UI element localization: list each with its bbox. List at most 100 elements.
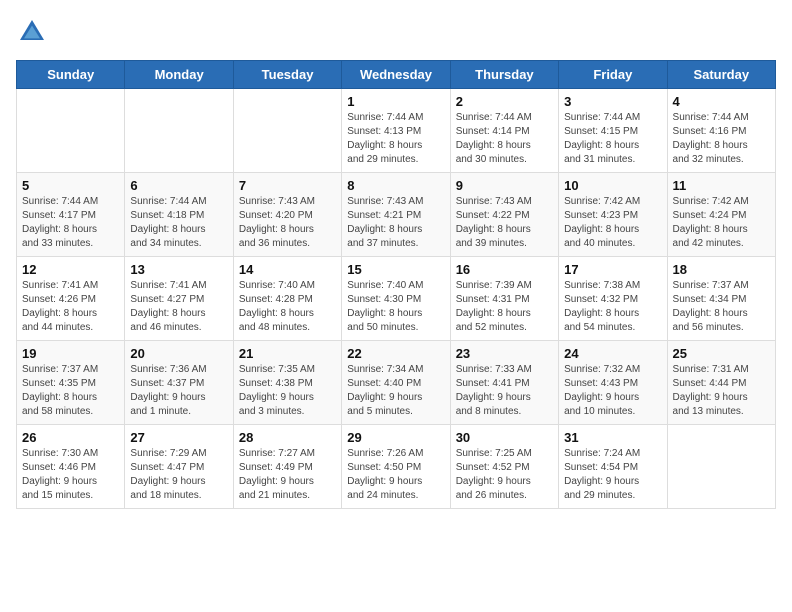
day-info: Sunrise: 7:41 AM Sunset: 4:27 PM Dayligh… bbox=[130, 279, 227, 335]
day-number: 19 bbox=[22, 346, 119, 361]
day-number: 7 bbox=[239, 178, 336, 193]
day-number: 14 bbox=[239, 262, 336, 277]
day-number: 12 bbox=[22, 262, 119, 277]
day-info: Sunrise: 7:29 AM Sunset: 4:47 PM Dayligh… bbox=[130, 447, 227, 503]
day-info: Sunrise: 7:44 AM Sunset: 4:18 PM Dayligh… bbox=[130, 195, 227, 251]
day-info: Sunrise: 7:24 AM Sunset: 4:54 PM Dayligh… bbox=[564, 447, 661, 503]
calendar-cell bbox=[17, 89, 125, 173]
calendar-cell: 23 Sunrise: 7:33 AM Sunset: 4:41 PM Dayli… bbox=[450, 341, 558, 425]
calendar-cell: 6 Sunrise: 7:44 AM Sunset: 4:18 PM Daylig… bbox=[125, 173, 233, 257]
day-number: 30 bbox=[456, 430, 553, 445]
calendar-cell: 14 Sunrise: 7:40 AM Sunset: 4:28 PM Dayli… bbox=[233, 257, 341, 341]
day-info: Sunrise: 7:27 AM Sunset: 4:49 PM Dayligh… bbox=[239, 447, 336, 503]
day-info: Sunrise: 7:34 AM Sunset: 4:40 PM Dayligh… bbox=[347, 363, 444, 419]
day-info: Sunrise: 7:42 AM Sunset: 4:23 PM Dayligh… bbox=[564, 195, 661, 251]
day-info: Sunrise: 7:33 AM Sunset: 4:41 PM Dayligh… bbox=[456, 363, 553, 419]
calendar-week-1: 1 Sunrise: 7:44 AM Sunset: 4:13 PM Daylig… bbox=[17, 89, 776, 173]
day-info: Sunrise: 7:44 AM Sunset: 4:15 PM Dayligh… bbox=[564, 111, 661, 167]
calendar-week-5: 26 Sunrise: 7:30 AM Sunset: 4:46 PM Dayli… bbox=[17, 425, 776, 509]
calendar-cell: 7 Sunrise: 7:43 AM Sunset: 4:20 PM Daylig… bbox=[233, 173, 341, 257]
day-number: 27 bbox=[130, 430, 227, 445]
day-info: Sunrise: 7:44 AM Sunset: 4:17 PM Dayligh… bbox=[22, 195, 119, 251]
logo-icon bbox=[16, 16, 48, 48]
calendar-cell bbox=[667, 425, 775, 509]
day-number: 1 bbox=[347, 94, 444, 109]
calendar-cell: 31Sunrise: 7:24 AM Sunset: 4:54 PM Dayli… bbox=[559, 425, 667, 509]
day-header-sunday: Sunday bbox=[17, 61, 125, 89]
day-info: Sunrise: 7:30 AM Sunset: 4:46 PM Dayligh… bbox=[22, 447, 119, 503]
calendar-cell: 16Sunrise: 7:39 AM Sunset: 4:31 PM Dayli… bbox=[450, 257, 558, 341]
day-number: 24 bbox=[564, 346, 661, 361]
calendar-body: 1 Sunrise: 7:44 AM Sunset: 4:13 PM Daylig… bbox=[17, 89, 776, 509]
day-header-saturday: Saturday bbox=[667, 61, 775, 89]
calendar-cell: 29 Sunrise: 7:26 AM Sunset: 4:50 PM Dayli… bbox=[342, 425, 450, 509]
day-header-tuesday: Tuesday bbox=[233, 61, 341, 89]
day-info: Sunrise: 7:38 AM Sunset: 4:32 PM Dayligh… bbox=[564, 279, 661, 335]
calendar-cell: 28 Sunrise: 7:27 AM Sunset: 4:49 PM Dayli… bbox=[233, 425, 341, 509]
day-header-friday: Friday bbox=[559, 61, 667, 89]
day-info: Sunrise: 7:37 AM Sunset: 4:34 PM Dayligh… bbox=[673, 279, 770, 335]
day-info: Sunrise: 7:44 AM Sunset: 4:14 PM Dayligh… bbox=[456, 111, 553, 167]
calendar-table: SundayMondayTuesdayWednesdayThursdayFrid… bbox=[16, 60, 776, 509]
calendar-cell: 27 Sunrise: 7:29 AM Sunset: 4:47 PM Dayli… bbox=[125, 425, 233, 509]
calendar-cell: 15 Sunrise: 7:40 AM Sunset: 4:30 PM Dayli… bbox=[342, 257, 450, 341]
calendar-cell: 8Sunrise: 7:43 AM Sunset: 4:21 PM Daylig… bbox=[342, 173, 450, 257]
calendar-cell: 10 Sunrise: 7:42 AM Sunset: 4:23 PM Dayli… bbox=[559, 173, 667, 257]
day-header-wednesday: Wednesday bbox=[342, 61, 450, 89]
calendar-cell: 17 Sunrise: 7:38 AM Sunset: 4:32 PM Dayli… bbox=[559, 257, 667, 341]
day-number: 20 bbox=[130, 346, 227, 361]
day-number: 26 bbox=[22, 430, 119, 445]
day-info: Sunrise: 7:40 AM Sunset: 4:28 PM Dayligh… bbox=[239, 279, 336, 335]
day-info: Sunrise: 7:39 AM Sunset: 4:31 PM Dayligh… bbox=[456, 279, 553, 335]
calendar-week-2: 5 Sunrise: 7:44 AM Sunset: 4:17 PM Daylig… bbox=[17, 173, 776, 257]
day-number: 13 bbox=[130, 262, 227, 277]
day-number: 5 bbox=[22, 178, 119, 193]
calendar-cell: 30 Sunrise: 7:25 AM Sunset: 4:52 PM Dayli… bbox=[450, 425, 558, 509]
day-number: 29 bbox=[347, 430, 444, 445]
calendar-cell: 9Sunrise: 7:43 AM Sunset: 4:22 PM Daylig… bbox=[450, 173, 558, 257]
calendar-cell: 1 Sunrise: 7:44 AM Sunset: 4:13 PM Daylig… bbox=[342, 89, 450, 173]
calendar-cell: 20 Sunrise: 7:36 AM Sunset: 4:37 PM Dayli… bbox=[125, 341, 233, 425]
calendar-cell: 19 Sunrise: 7:37 AM Sunset: 4:35 PM Dayli… bbox=[17, 341, 125, 425]
day-info: Sunrise: 7:40 AM Sunset: 4:30 PM Dayligh… bbox=[347, 279, 444, 335]
logo bbox=[16, 16, 52, 48]
day-number: 17 bbox=[564, 262, 661, 277]
calendar-cell bbox=[125, 89, 233, 173]
calendar-cell: 18Sunrise: 7:37 AM Sunset: 4:34 PM Dayli… bbox=[667, 257, 775, 341]
day-info: Sunrise: 7:32 AM Sunset: 4:43 PM Dayligh… bbox=[564, 363, 661, 419]
day-info: Sunrise: 7:42 AM Sunset: 4:24 PM Dayligh… bbox=[673, 195, 770, 251]
day-number: 23 bbox=[456, 346, 553, 361]
day-header-thursday: Thursday bbox=[450, 61, 558, 89]
day-number: 10 bbox=[564, 178, 661, 193]
day-number: 6 bbox=[130, 178, 227, 193]
day-info: Sunrise: 7:44 AM Sunset: 4:13 PM Dayligh… bbox=[347, 111, 444, 167]
day-number: 4 bbox=[673, 94, 770, 109]
day-info: Sunrise: 7:25 AM Sunset: 4:52 PM Dayligh… bbox=[456, 447, 553, 503]
day-info: Sunrise: 7:37 AM Sunset: 4:35 PM Dayligh… bbox=[22, 363, 119, 419]
header-row: SundayMondayTuesdayWednesdayThursdayFrid… bbox=[17, 61, 776, 89]
day-number: 22 bbox=[347, 346, 444, 361]
calendar-cell: 5 Sunrise: 7:44 AM Sunset: 4:17 PM Daylig… bbox=[17, 173, 125, 257]
day-info: Sunrise: 7:26 AM Sunset: 4:50 PM Dayligh… bbox=[347, 447, 444, 503]
day-number: 15 bbox=[347, 262, 444, 277]
day-number: 11 bbox=[673, 178, 770, 193]
day-info: Sunrise: 7:36 AM Sunset: 4:37 PM Dayligh… bbox=[130, 363, 227, 419]
calendar-week-3: 12 Sunrise: 7:41 AM Sunset: 4:26 PM Dayli… bbox=[17, 257, 776, 341]
calendar-week-4: 19 Sunrise: 7:37 AM Sunset: 4:35 PM Dayli… bbox=[17, 341, 776, 425]
day-info: Sunrise: 7:43 AM Sunset: 4:21 PM Dayligh… bbox=[347, 195, 444, 251]
calendar-cell: 21Sunrise: 7:35 AM Sunset: 4:38 PM Dayli… bbox=[233, 341, 341, 425]
calendar-cell: 25Sunrise: 7:31 AM Sunset: 4:44 PM Dayli… bbox=[667, 341, 775, 425]
calendar-cell: 26 Sunrise: 7:30 AM Sunset: 4:46 PM Dayli… bbox=[17, 425, 125, 509]
calendar-cell: 11 Sunrise: 7:42 AM Sunset: 4:24 PM Dayli… bbox=[667, 173, 775, 257]
calendar-cell: 24 Sunrise: 7:32 AM Sunset: 4:43 PM Dayli… bbox=[559, 341, 667, 425]
day-info: Sunrise: 7:31 AM Sunset: 4:44 PM Dayligh… bbox=[673, 363, 770, 419]
day-info: Sunrise: 7:44 AM Sunset: 4:16 PM Dayligh… bbox=[673, 111, 770, 167]
day-number: 28 bbox=[239, 430, 336, 445]
day-info: Sunrise: 7:41 AM Sunset: 4:26 PM Dayligh… bbox=[22, 279, 119, 335]
calendar-header: SundayMondayTuesdayWednesdayThursdayFrid… bbox=[17, 61, 776, 89]
day-info: Sunrise: 7:43 AM Sunset: 4:20 PM Dayligh… bbox=[239, 195, 336, 251]
calendar-cell: 13 Sunrise: 7:41 AM Sunset: 4:27 PM Dayli… bbox=[125, 257, 233, 341]
calendar-cell bbox=[233, 89, 341, 173]
page-header bbox=[16, 16, 776, 48]
calendar-cell: 12 Sunrise: 7:41 AM Sunset: 4:26 PM Dayli… bbox=[17, 257, 125, 341]
